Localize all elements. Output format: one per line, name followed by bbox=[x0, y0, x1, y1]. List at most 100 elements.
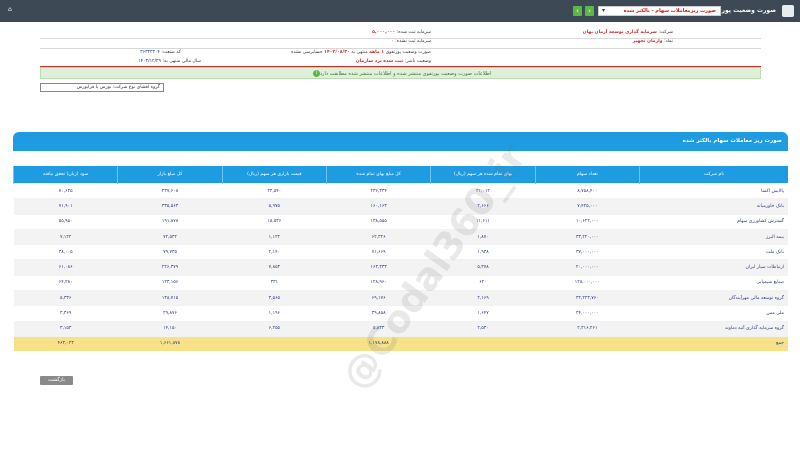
table-cell: گسترش کشاورزی سهام bbox=[639, 213, 788, 230]
total-market: ۱,۶۶۱,۸۷۸ bbox=[117, 335, 223, 351]
table-cell: گروه توسعه مالی مهرآیندگان bbox=[639, 290, 788, 306]
table-cell: ۷۲,۵۳۲ bbox=[117, 228, 223, 245]
table-cell: ۱۸,۵۳۶ bbox=[222, 213, 327, 230]
table-cell: ۱۲۸,۰۰۰,۰۰۰ bbox=[535, 274, 640, 291]
total-label: جمع bbox=[639, 335, 788, 351]
table-cell: ۳,۵۶۵ bbox=[222, 290, 327, 306]
table-cell: ۳۷,۰۰۰,۰۰۰ bbox=[535, 244, 640, 260]
table-cell: ۲۳۷,۶۰۸ bbox=[117, 182, 223, 199]
table-cell: بیمه البرز bbox=[639, 228, 788, 245]
table-cell: ۵,۹۷۵ bbox=[222, 198, 327, 215]
table-cell: ۳۲,۲۲۳,۷۶۰ bbox=[535, 290, 640, 306]
table-cell: ۱,۱۹۶ bbox=[222, 305, 327, 322]
prev-arrow-icon[interactable]: ‹ bbox=[573, 6, 582, 16]
table-cell: بانک خاورمیانه bbox=[639, 198, 788, 215]
table-cell: ۲۰,۰۰۰,۰۰۰ bbox=[535, 259, 640, 276]
table-cell: ۵۵,۹۵۰ bbox=[13, 213, 118, 230]
table-cell bbox=[222, 335, 327, 351]
top-bar: صورت وضعیت پورتفوی صورت ریزمعاملات سهام … bbox=[0, 0, 800, 22]
col-header[interactable]: سود (زیان) تحقق نیافته bbox=[12, 166, 118, 184]
status-row: وضعیت ناشر: ثبت شده نزد سازمان bbox=[355, 59, 431, 64]
panel-header: صورت ریز معاملات سهام بالکتر شده bbox=[13, 132, 788, 151]
table-row: بانک خاورمیانه ۷,۴۲۵,۰۰۰ ۲,۶۶۶ ۱۶۰,۱۶۳ ۵,۹۷۵… bbox=[13, 198, 788, 215]
table-cell bbox=[430, 335, 536, 351]
table-cell: ۲۴,۰۰۰,۰۰۰ bbox=[535, 305, 640, 322]
table-row: گسترش کشاورزی سهام ۱۰,۶۲۲,۰۰۰ ۱۱,۶۱۱ ۱۳۸,۵۵… bbox=[13, 213, 788, 230]
table-cell: ۶۲,۳۲۶ bbox=[326, 228, 431, 245]
table-cell: ۳,۳۶۹ bbox=[13, 305, 118, 322]
table-cell: ۲,۳۱۶,۲۶۱ bbox=[535, 320, 640, 337]
table-cell: ارتباطات سیار ایران bbox=[639, 259, 788, 276]
table-cell: ۶۱,۰۸۶ bbox=[13, 259, 118, 276]
alert-text: اطلاعات صورت وضعیت پورتفوی منتشر شده و ا… bbox=[319, 71, 492, 77]
company-row: شرکت: سرمایه گذاری توسعه آرمان بهان bbox=[582, 30, 673, 35]
table-cell: ۲۹,۸۷۶ bbox=[117, 305, 223, 322]
success-alert: i اطلاعات صورت وضعیت پورتفوی منتشر شده و … bbox=[40, 67, 761, 79]
table-cell: ۶,۲۵۵ bbox=[222, 320, 327, 337]
period-row: صورت وضعیت پورتفوی ۱ ماهه منتهی به ۱۴۰۳/… bbox=[291, 50, 431, 55]
table-cell: ۸,۷۵۸,۴۰۰ bbox=[535, 182, 640, 199]
table-header-row: نام شرکت تعداد سهام بهای تمام شده هر سهم… bbox=[12, 166, 788, 184]
home-icon[interactable]: ⌂ bbox=[8, 6, 12, 13]
back-button[interactable]: بازگشت bbox=[40, 376, 73, 385]
filter-select[interactable]: گروه افشای نوع شرکت: بورس یا فرابورس bbox=[40, 83, 164, 92]
table-cell: ۶۴,۲۸۰ bbox=[13, 274, 118, 291]
divider bbox=[40, 48, 761, 49]
table-cell bbox=[535, 335, 640, 351]
table-cell: ۱۴,۱۵۰ bbox=[117, 320, 223, 337]
app-logo-icon bbox=[782, 5, 794, 17]
table-cell: ۱۳۸,۵۵۵ bbox=[326, 213, 431, 230]
table-cell: ۷,۴۲۵,۰۰۰ bbox=[535, 198, 640, 215]
table-cell: ۷,۸۵۳ bbox=[222, 259, 327, 276]
chevron-down-icon: ▾ bbox=[602, 7, 606, 14]
table-cell: ۲۲۶,۳۷۹ bbox=[117, 259, 223, 276]
report-select[interactable]: صورت ریزمعاملات سهام - بالکتر شده ▾ bbox=[598, 6, 721, 16]
table-cell: بانک ملت bbox=[639, 244, 788, 260]
table-cell: ملی مس bbox=[639, 305, 788, 322]
total-profit: ۴۶۳,۰۲۳ bbox=[13, 335, 118, 351]
col-header[interactable]: کل مبلغ بازار bbox=[117, 166, 223, 184]
table-row: پالایش اکسا ۸,۷۵۸,۴۰۰ ۲۱,۰۱۲ ۲۳۶,۳۳۴ ۲۳,۵۴۰ ۲… bbox=[13, 182, 788, 199]
table-cell: گروه سرمایه گذاری آتیه دماوند bbox=[639, 320, 788, 337]
table-cell: ۲,۵۳۰ bbox=[430, 320, 536, 337]
table-row: بانک ملت ۳۷,۰۰۰,۰۰۰ ۱,۹۳۸ ۷۱,۶۶۹ ۲,۱۴۰ ۷۹,۷۳۵… bbox=[13, 244, 788, 260]
table-cell: ۳۳۵,۵۶۳ bbox=[117, 198, 223, 215]
col-header[interactable]: نام شرکت bbox=[639, 166, 788, 184]
table-cell: ۷۹,۷۳۵ bbox=[117, 244, 223, 260]
table-cell: ۵,۳۳۶ bbox=[13, 290, 118, 306]
col-header[interactable]: قیمت بازاری هر سهم (ریال) bbox=[221, 166, 327, 184]
table-cell: ۱,۶۴۷ bbox=[430, 305, 536, 322]
table-row: ارتباطات سیار ایران ۲۰,۰۰۰,۰۰۰ ۵,۳۷۸ ۱۶۳,۳۳… bbox=[13, 259, 788, 276]
table-cell: ۳۳۱ bbox=[222, 274, 327, 291]
capital-row: سرمایه ثبت شده: ۵,۰۰۰,۰۰۰ bbox=[372, 30, 431, 35]
col-header[interactable]: کل مبلغ بهای تمام شده bbox=[326, 166, 431, 184]
table-cell: ۱,۱۲۲ bbox=[222, 228, 327, 245]
info-icon: i bbox=[312, 70, 320, 77]
table-cell: ۱۰,۶۲۲,۰۰۰ bbox=[535, 213, 640, 230]
table-cell: ۱۶۰,۱۶۳ bbox=[326, 198, 431, 215]
col-header[interactable]: تعداد سهام bbox=[534, 166, 640, 184]
table-cell: ۲,۱۴۰ bbox=[222, 244, 327, 260]
fiscal-row: سال مالی منتهی به: ۱۴۰۳/۱۲/۲۹ bbox=[138, 59, 201, 64]
table-cell: ۱۹۱,۸۷۸ bbox=[117, 213, 223, 230]
table-cell: ۲۳۶,۳۳۴ bbox=[326, 182, 431, 199]
table-cell: ۳۳,۲۲۰,۰۰۰ bbox=[535, 228, 640, 245]
unregistered-row: سرمایه ثبت نشده: ۰ bbox=[391, 39, 431, 44]
report-select-value: صورت ریزمعاملات سهام - بالکتر شده bbox=[623, 8, 716, 14]
table-cell: ۷۰,۶۲۵ bbox=[13, 182, 118, 199]
table-cell: ۲,۱۶۹ bbox=[430, 290, 536, 306]
table-cell: ۳۸,۰۰۵ bbox=[13, 244, 118, 260]
table-cell: ۳,۱۵۳ bbox=[13, 320, 118, 337]
table-cell: پالایش اکسا bbox=[639, 182, 788, 199]
next-arrow-icon[interactable]: › bbox=[585, 6, 594, 16]
divider bbox=[40, 38, 761, 39]
table-cell: ۷۱,۹۰۱ bbox=[13, 198, 118, 215]
table-cell: صنایع شیمیایی bbox=[639, 274, 788, 291]
table-cell: ۷,۱۲۲ bbox=[13, 228, 118, 245]
table-cell: ۱۲۳,۱۵۶ bbox=[117, 274, 223, 291]
code-row: کد صنعت: ۳۶۳۳۳۳۰۴ bbox=[140, 50, 181, 55]
table-row: بیمه البرز ۳۳,۲۲۰,۰۰۰ ۱,۸۷۰ ۶۲,۳۲۶ ۱,۱۲۲ ۷۲,۵… bbox=[13, 228, 788, 245]
symbol-row: نماد: وآرمان تجهیز bbox=[632, 39, 673, 44]
filter-value: گروه افشای نوع شرکت: بورس یا فرابورس bbox=[76, 85, 160, 90]
panel-title: صورت ریز معاملات سهام بالکتر شده bbox=[682, 138, 782, 144]
